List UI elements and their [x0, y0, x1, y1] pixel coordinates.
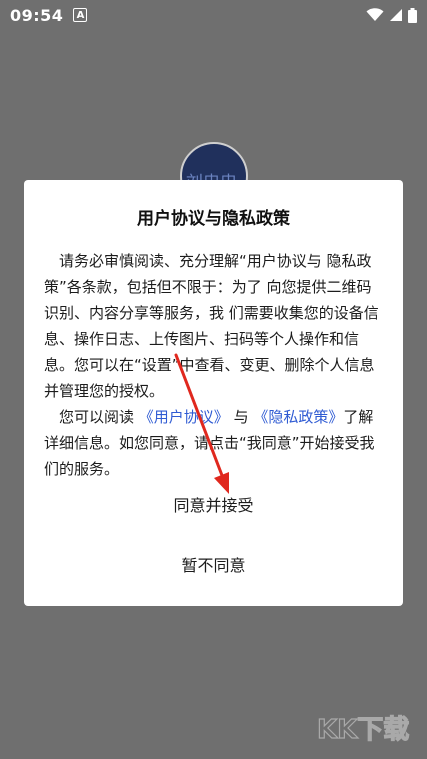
status-bar: 09:54 A: [0, 0, 427, 30]
privacy-policy-link[interactable]: 《隐私政策》: [253, 408, 343, 426]
watermark-logo: KK下载: [316, 714, 409, 745]
notification-a-icon: A: [73, 8, 88, 22]
paragraph-links-and: 与: [228, 408, 254, 426]
user-agreement-link[interactable]: 《用户协议》: [139, 408, 229, 426]
paragraph-links-prefix: 您可以阅读: [59, 408, 139, 426]
privacy-dialog: 用户协议与隐私政策 请务必审慎阅读、充分理解“用户协议与 隐私政策”各条款，包括…: [24, 180, 403, 606]
paragraph-links: 您可以阅读 《用户协议》 与 《隐私政策》了解详细信息。如您同意，请点击“我同意…: [44, 404, 386, 482]
status-left: 09:54 A: [10, 5, 88, 25]
wifi-icon: [366, 8, 384, 21]
dialog-title: 用户协议与隐私政策: [137, 209, 290, 229]
disagree-button[interactable]: 暂不同意: [24, 548, 403, 584]
agree-button[interactable]: 同意并接受: [24, 488, 403, 524]
status-right: [366, 7, 417, 23]
battery-icon: [408, 7, 417, 23]
svg-text:KK下载: KK下载: [317, 715, 409, 745]
paragraph-terms: 请务必审慎阅读、充分理解“用户协议与 隐私政策”各条款，包括但不限于：为了 向您…: [44, 252, 379, 400]
dialog-body: 请务必审慎阅读、充分理解“用户协议与 隐私政策”各条款，包括但不限于：为了 向您…: [44, 248, 386, 482]
status-time: 09:54: [10, 5, 64, 25]
signal-icon: [390, 9, 402, 21]
